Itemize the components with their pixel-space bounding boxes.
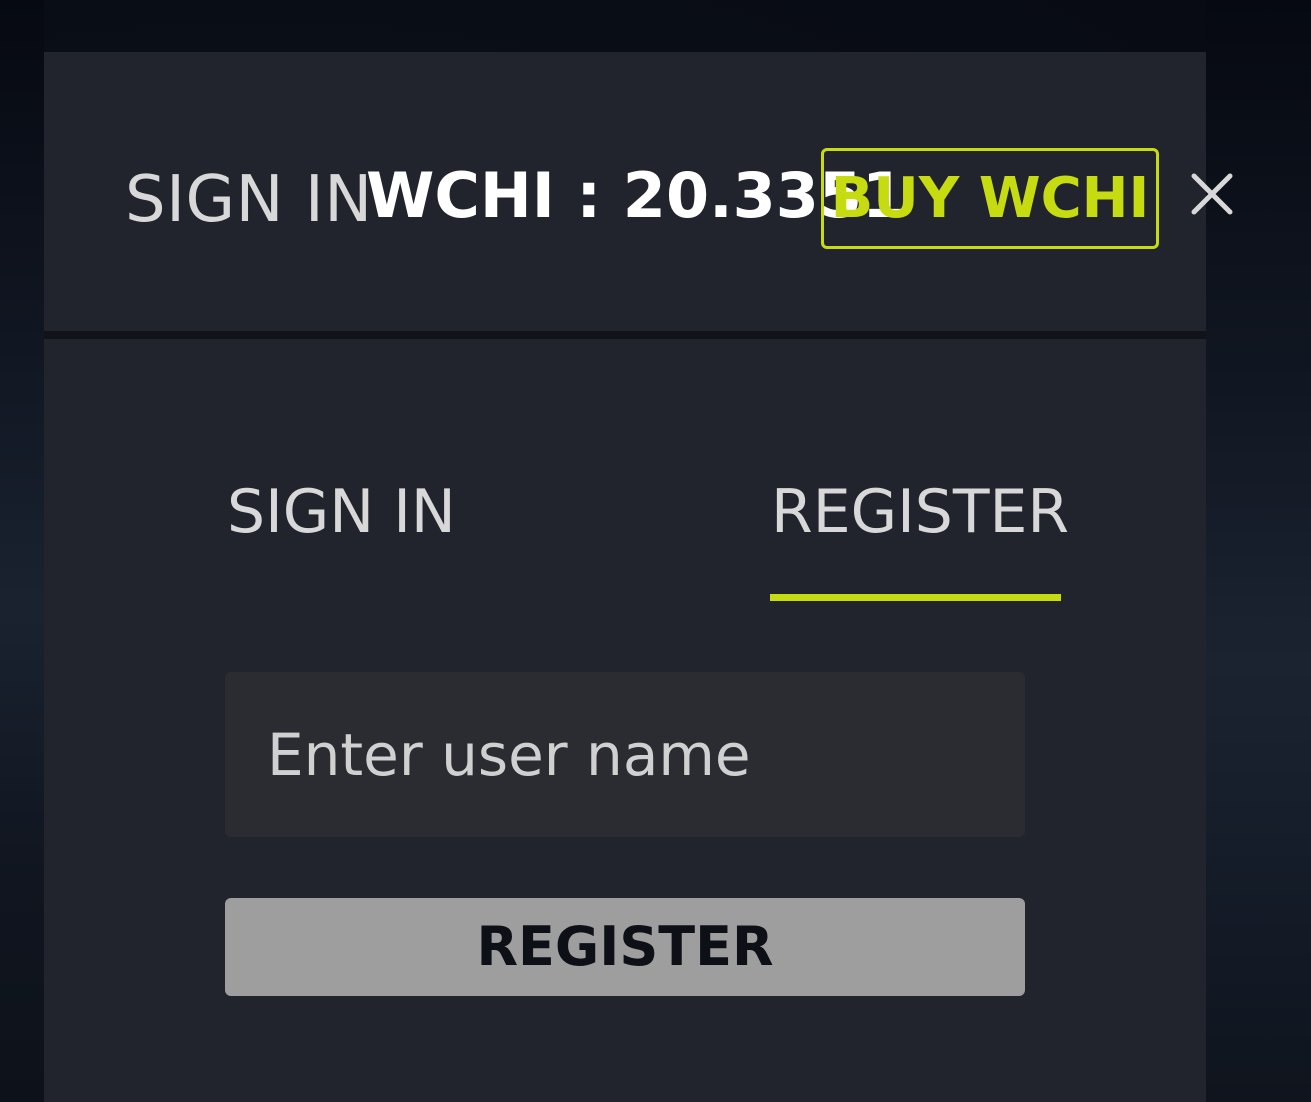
buy-wchi-button[interactable]: BUY WCHI [821, 148, 1159, 249]
background-stadium-left [0, 0, 44, 1102]
background-stadium-right [1206, 0, 1311, 1102]
sign-in-modal: SIGN IN WCHI : 20.3351 BUY WCHI SIGN IN … [44, 52, 1206, 1102]
tab-sign-in[interactable]: SIGN IN [227, 476, 456, 548]
header-divider [44, 331, 1206, 339]
register-button[interactable]: REGISTER [225, 898, 1025, 996]
close-icon [1191, 173, 1233, 215]
username-input[interactable] [225, 672, 1025, 837]
modal-title: SIGN IN [125, 163, 373, 237]
tab-register[interactable]: REGISTER [771, 476, 1069, 548]
active-tab-indicator [770, 594, 1061, 601]
close-button[interactable] [1188, 170, 1236, 218]
modal-header: SIGN IN WCHI : 20.3351 BUY WCHI [44, 52, 1206, 331]
